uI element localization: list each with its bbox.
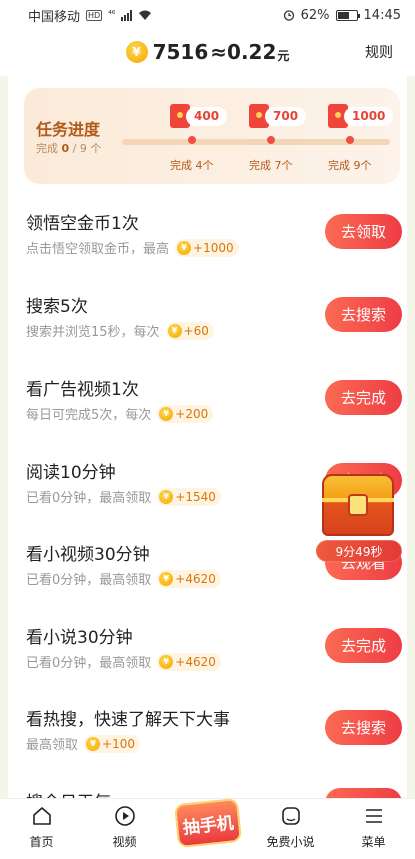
rules-link[interactable]: 规则: [365, 42, 393, 62]
nav-menu[interactable]: 菜单: [332, 799, 415, 859]
task-action-button[interactable]: 去搜索: [325, 297, 402, 332]
chest-countdown: 9分49秒: [316, 540, 402, 562]
bottom-nav: 首页 视频 抽手机 免费小说 菜单: [0, 797, 415, 859]
nav-video[interactable]: 视频: [83, 799, 166, 859]
task-item: 看热搜，快速了解天下大事 最高领取 ¥ +100 去搜索: [26, 697, 402, 779]
task-item: 搜索5次 搜索并浏览15秒，每次 ¥ +60 去搜索: [26, 284, 402, 366]
lottery-badge: 抽手机: [173, 797, 243, 849]
task-action-button[interactable]: 去完成: [325, 628, 402, 663]
task-desc: 最高领取 ¥ +100: [26, 734, 140, 753]
network-label: ⁴⁶: [108, 10, 116, 20]
coin-icon: ¥: [159, 406, 174, 421]
reward-badge: ¥ +60: [165, 321, 214, 340]
milestone-reward: 400: [186, 107, 228, 126]
milestone-label: 完成 4个: [170, 159, 214, 172]
battery-icon: [335, 9, 360, 21]
task-desc: 点击悟空领取金币，最高 ¥ +1000: [26, 238, 239, 257]
battery-percent: 62%: [300, 7, 330, 23]
nav-label: 菜单: [361, 835, 386, 849]
coin-icon: ¥: [125, 41, 148, 63]
milestone-3[interactable]: 1000 完成 9个: [328, 88, 407, 184]
task-title: 阅读10分钟: [26, 463, 116, 483]
task-title: 看广告视频1次: [26, 380, 139, 400]
coin-balance: 7516: [152, 40, 209, 64]
coin-icon: ¥: [159, 571, 174, 586]
cash-unit: 元: [277, 48, 290, 63]
milestone-reward: 700: [265, 107, 307, 126]
task-title: 看小说30分钟: [26, 628, 133, 648]
nav-novel[interactable]: 免费小说: [249, 799, 332, 859]
milestone-2[interactable]: 700 完成 7个: [249, 88, 329, 184]
task-title: 领悟空金币1次: [26, 214, 139, 234]
coin-icon: ¥: [159, 654, 174, 669]
task-desc: 已看0分钟，最高领取 ¥ +1540: [26, 487, 221, 506]
treasure-chest-widget[interactable]: 9分49秒: [316, 470, 402, 566]
task-desc: 已看0分钟，最高领取 ¥ +4620: [26, 569, 221, 588]
task-item: 领悟空金币1次 点击悟空领取金币，最高 ¥ +1000 去领取: [26, 201, 402, 283]
nav-lottery[interactable]: 抽手机: [166, 797, 249, 859]
reward-badge: ¥ +4620: [157, 569, 221, 588]
hd-badge: HD: [86, 9, 103, 21]
task-desc: 搜索并浏览15秒，每次 ¥ +60: [26, 321, 214, 340]
clock: 14:45: [363, 7, 401, 23]
task-desc: 每日可完成5次，每次 ¥ +200: [26, 404, 214, 423]
coin-icon: ¥: [159, 489, 174, 504]
wifi-icon: [139, 10, 152, 20]
coin-header: ¥ 7516 ≈0.22 元 规则: [0, 30, 415, 74]
reward-badge: ¥ +100: [84, 734, 140, 753]
status-bar: 中国移动 HD ⁴⁶ 62% 14:45: [0, 0, 415, 30]
milestone-dot: [188, 136, 196, 144]
milestone-dot: [346, 136, 354, 144]
task-action-button[interactable]: 去搜索: [325, 710, 402, 745]
reward-badge: ¥ +1000: [175, 238, 239, 257]
book-icon: [281, 807, 300, 825]
coin-icon: ¥: [177, 240, 192, 255]
task-panel: 任务进度 完成 0 / 9 个 400 完成 4个 700 完成 7个 1000…: [8, 76, 407, 801]
task-title: 看热搜，快速了解天下大事: [26, 710, 230, 730]
milestone-1[interactable]: 400 完成 4个: [170, 88, 250, 184]
task-action-button[interactable]: 去领取: [325, 214, 402, 249]
nav-label: 首页: [29, 835, 54, 849]
reward-badge: ¥ +4620: [157, 652, 221, 671]
alarm-icon: [283, 10, 294, 21]
cash-value: ≈0.22: [210, 40, 277, 64]
nav-home[interactable]: 首页: [0, 799, 83, 859]
signal-icon: [121, 9, 133, 21]
task-action-button[interactable]: 去完成: [325, 380, 402, 415]
milestone-reward: 1000: [344, 107, 394, 126]
task-desc: 已看0分钟，最高领取 ¥ +4620: [26, 652, 221, 671]
task-title: 看小视频30分钟: [26, 545, 150, 565]
reward-badge: ¥ +200: [157, 404, 214, 423]
milestone-label: 完成 9个: [328, 159, 372, 172]
carrier-label: 中国移动: [28, 9, 81, 25]
milestone-label: 完成 7个: [249, 159, 293, 172]
task-progress-card: 任务进度 完成 0 / 9 个 400 完成 4个 700 完成 7个 1000…: [24, 88, 400, 184]
task-title: 搜索5次: [26, 297, 88, 317]
nav-label: 视频: [112, 835, 137, 849]
progress-title: 任务进度: [36, 120, 101, 139]
home-icon: [32, 807, 51, 825]
milestone-dot: [267, 136, 275, 144]
reward-badge: ¥ +1540: [157, 487, 221, 506]
play-icon: [114, 806, 135, 826]
nav-label: 免费小说: [266, 835, 315, 849]
coin-icon: ¥: [86, 736, 101, 751]
chest-lock-icon: [348, 494, 368, 516]
coin-icon: ¥: [167, 323, 182, 338]
menu-icon: [365, 809, 382, 823]
task-item: 看小说30分钟 已看0分钟，最高领取 ¥ +4620 去完成: [26, 615, 402, 697]
progress-count: 完成 0 / 9 个: [36, 142, 102, 155]
task-item: 看广告视频1次 每日可完成5次，每次 ¥ +200 去完成: [26, 367, 402, 449]
